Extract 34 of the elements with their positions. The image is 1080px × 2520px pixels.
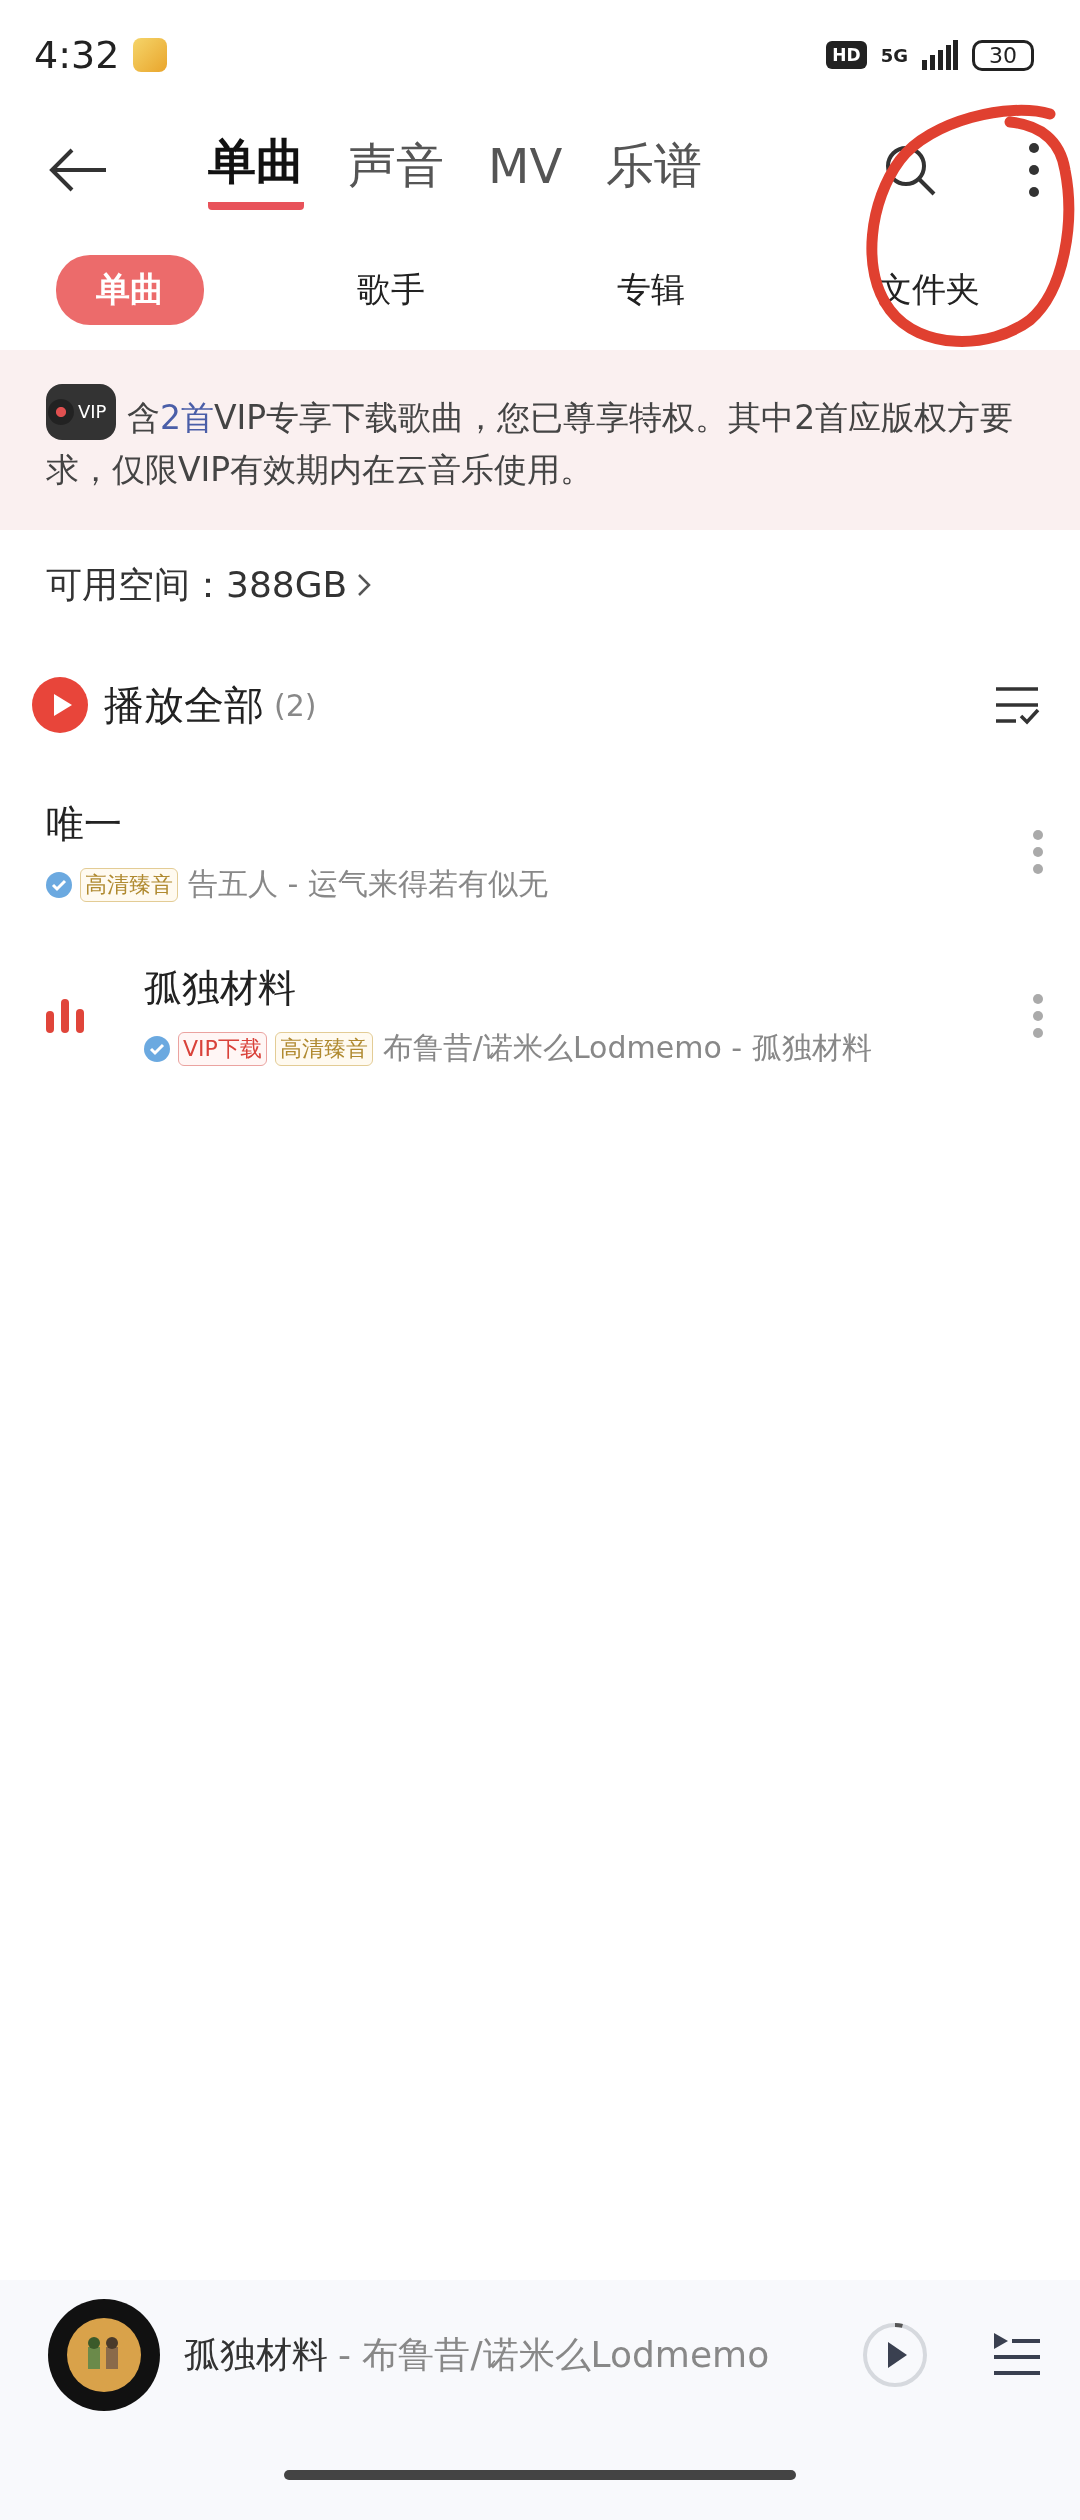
category-tab[interactable]: MV [488,130,563,210]
vip-notice: VIP 含2首VIP专享下载歌曲，您已尊享特权。其中2首应版权方要求，仅限VIP有效期内在云音乐使用。 [46,384,1020,496]
more-icon[interactable] [1028,142,1040,198]
song-tag: VIP下载 [178,1031,267,1066]
category-tab[interactable]: 乐谱 [606,130,703,210]
clock-time: 4:32 [34,33,120,77]
album-disc[interactable] [48,2299,160,2411]
category-tab[interactable]: 单曲 [208,130,304,210]
check-badge-icon [144,1035,170,1062]
play-button[interactable] [862,2322,928,2388]
play-all-label[interactable]: 播放全部 [104,677,264,733]
multi-select-icon[interactable] [994,685,1040,725]
play-all-icon[interactable] [32,677,88,733]
song-tag: 高清臻音 [80,867,178,902]
song-title[interactable]: 孤独材料 [144,963,1032,1014]
playlist-icon[interactable] [992,2333,1040,2377]
check-badge-icon [46,871,72,898]
notification-icon [133,38,168,72]
hd-badge: HD [826,41,867,69]
network-type: 5G [880,44,908,66]
category-tab[interactable]: 声音 [348,130,444,210]
battery-level: 30 [972,39,1034,71]
chevron-icon[interactable] [357,573,372,597]
song-artist-album: 告五人 - 运气来得若有似无 [188,865,548,903]
song-artist-album: 布鲁昔/诺米么Lodmemo - 孤独材料 [382,1029,872,1067]
now-playing-title[interactable]: 孤独材料 [184,2330,328,2380]
song-title[interactable]: 唯一 [46,799,1032,850]
filter-tab[interactable]: 歌手 [316,255,465,325]
signal-icon [922,40,958,70]
storage-space[interactable]: 可用空间：388GB [46,560,348,610]
back-icon[interactable] [48,148,108,192]
filter-tab[interactable]: 专辑 [577,255,726,325]
song-tag: 高清臻音 [274,1031,373,1066]
song-count: (2) [274,687,317,723]
